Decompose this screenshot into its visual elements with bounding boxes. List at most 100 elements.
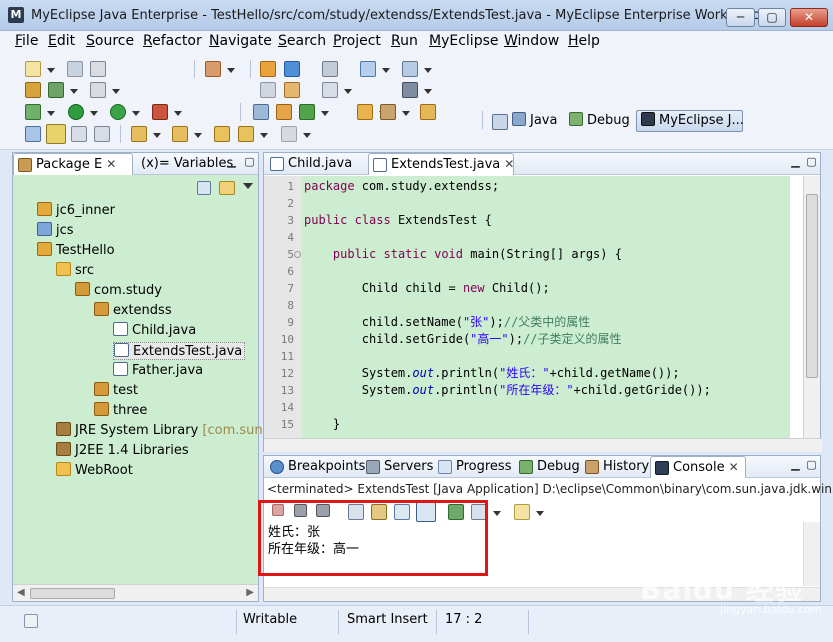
link-with-editor-icon[interactable]	[219, 181, 235, 195]
menu-edit[interactable]: Edit	[48, 33, 75, 49]
wizard-icon[interactable]	[260, 82, 276, 98]
package-explorer-hscroll[interactable]: ◀ ▶	[13, 584, 258, 601]
pencil-icon[interactable]	[380, 104, 410, 120]
scroll-left-icon[interactable]: ◀	[17, 587, 25, 598]
tree-item-webroot[interactable]: WebRoot	[56, 462, 133, 480]
tree-item-extendstest-java[interactable]: ExtendsTest.java	[113, 342, 246, 360]
tab-extendstest-java[interactable]: ExtendsTest.java ✕	[368, 153, 514, 175]
perspective-debug[interactable]: Debug	[569, 112, 630, 128]
tree-item-project-testhello[interactable]: TestHello	[37, 242, 115, 260]
open-folder-icon[interactable]	[357, 104, 387, 120]
tree-item-package-three[interactable]: three	[94, 402, 147, 420]
menu-project[interactable]: Project	[333, 33, 381, 49]
tab-package-explorer[interactable]: Package E ✕	[13, 153, 133, 175]
menu-search[interactable]: Search	[278, 33, 326, 49]
deploy-icon[interactable]	[360, 61, 390, 77]
run-external-icon[interactable]	[110, 104, 140, 120]
new-console-icon[interactable]	[514, 504, 544, 520]
forward-icon[interactable]	[281, 126, 311, 142]
scroll-thumb[interactable]	[30, 588, 115, 599]
perspective-myeclipse[interactable]: MyEclipse J...	[641, 112, 744, 128]
close-tab-icon[interactable]: ✕	[504, 157, 514, 171]
close-button[interactable]: ✕	[790, 8, 828, 27]
dbbrowser-icon[interactable]	[322, 61, 338, 77]
new-java-package-icon[interactable]	[276, 104, 292, 120]
open-type-icon[interactable]	[205, 61, 235, 77]
toggle-mark-icon[interactable]	[46, 124, 66, 144]
jar-icon[interactable]	[284, 82, 300, 98]
next-annotation-icon[interactable]	[131, 126, 161, 142]
maximize-view-icon[interactable]: ▢	[805, 459, 818, 472]
maximize-view-icon[interactable]: ▢	[243, 156, 256, 169]
search-icon[interactable]	[25, 126, 41, 142]
last-edit-icon[interactable]	[214, 126, 230, 142]
new-java-class-icon[interactable]	[299, 104, 329, 120]
close-tab-icon[interactable]: ✕	[729, 460, 739, 474]
tab-servers[interactable]: Servers	[362, 456, 433, 478]
new-class-icon[interactable]	[284, 61, 300, 77]
menu-refactor[interactable]: Refactor	[143, 33, 202, 49]
maximize-view-icon[interactable]: ▢	[805, 156, 818, 169]
menu-file[interactable]: File	[15, 33, 38, 49]
minimize-view-icon[interactable]: ▁	[225, 156, 238, 169]
fast-view-icon[interactable]	[24, 614, 38, 628]
collapse-all-icon[interactable]	[197, 181, 211, 195]
menu-help[interactable]: Help	[568, 33, 600, 49]
tab-console[interactable]: Console ✕	[650, 456, 746, 478]
print-icon[interactable]	[90, 61, 106, 77]
open-perspective-icon[interactable]	[253, 104, 269, 120]
scroll-thumb[interactable]	[806, 194, 818, 378]
server-icon[interactable]	[402, 61, 432, 77]
tree-item-package-com-study[interactable]: com.study	[75, 282, 162, 300]
menu-navigate[interactable]: Navigate	[209, 33, 272, 49]
new-file-icon[interactable]	[90, 82, 120, 98]
new-project-icon[interactable]	[25, 82, 41, 98]
tree-item-src[interactable]: src	[56, 262, 94, 280]
whitespace-icon[interactable]	[94, 126, 110, 142]
tab-history[interactable]: History	[581, 456, 649, 478]
tree-item-father-java[interactable]: Father.java	[113, 362, 203, 380]
maximize-button[interactable]: ▢	[758, 8, 786, 27]
view-menu-icon[interactable]	[243, 183, 253, 194]
new-wizard-icon[interactable]	[25, 61, 55, 77]
menu-source[interactable]: Source	[86, 33, 134, 49]
block-selection-icon[interactable]	[71, 126, 87, 142]
minimize-view-icon[interactable]: ▁	[789, 156, 802, 169]
tree-item-project-jc6-inner[interactable]: jc6_inner	[37, 202, 115, 220]
profile-icon[interactable]	[152, 104, 182, 120]
prev-annotation-icon[interactable]	[172, 126, 202, 142]
tab-breakpoints[interactable]: Breakpoints	[266, 456, 365, 478]
tree-item-package-test[interactable]: test	[94, 382, 138, 400]
open-perspective-button-icon[interactable]	[492, 114, 508, 130]
minimize-button[interactable]: ─	[726, 8, 755, 27]
close-tab-icon[interactable]: ✕	[106, 157, 116, 171]
tree-item-child-java[interactable]: Child.java	[113, 322, 196, 340]
scroll-right-icon[interactable]: ▶	[246, 587, 254, 598]
menu-run[interactable]: Run	[391, 33, 418, 49]
run-icon[interactable]	[68, 104, 98, 120]
console-vscroll[interactable]	[803, 522, 820, 586]
new-web-project-icon[interactable]	[48, 82, 78, 98]
tree-item-package-extendss[interactable]: extendss	[94, 302, 172, 320]
tab-child-java[interactable]: Child.java	[266, 153, 352, 175]
folder-icon[interactable]	[420, 104, 436, 120]
menu-myeclipse[interactable]: MyEclipse	[429, 33, 499, 49]
web-icon[interactable]	[322, 82, 352, 98]
editor-vscroll[interactable]	[803, 176, 820, 438]
debug-run-icon[interactable]	[25, 104, 55, 120]
tree-item-project-jcs[interactable]: jcs	[37, 222, 74, 240]
code-editor[interactable]: 1 package com.study.extendss; 2 3 public c…	[264, 176, 790, 438]
fold-toggle-icon[interactable]	[294, 251, 301, 258]
minimize-view-icon[interactable]: ▁	[789, 459, 802, 472]
tab-variables[interactable]: (x)= Variables	[135, 153, 233, 175]
new-package-icon[interactable]	[260, 61, 276, 77]
tab-progress[interactable]: Progress	[434, 456, 511, 478]
perspective-java[interactable]: Java	[512, 112, 557, 128]
editor-hscroll[interactable]	[264, 438, 822, 452]
tree-item-jre-library[interactable]: JRE System Library [com.sun.jav	[56, 422, 286, 440]
menu-window[interactable]: Window	[504, 33, 559, 49]
camera-icon[interactable]	[402, 82, 432, 98]
tab-debug[interactable]: Debug	[515, 456, 580, 478]
tree-item-j2ee-library[interactable]: J2EE 1.4 Libraries	[56, 442, 189, 460]
save-icon[interactable]	[67, 61, 83, 77]
